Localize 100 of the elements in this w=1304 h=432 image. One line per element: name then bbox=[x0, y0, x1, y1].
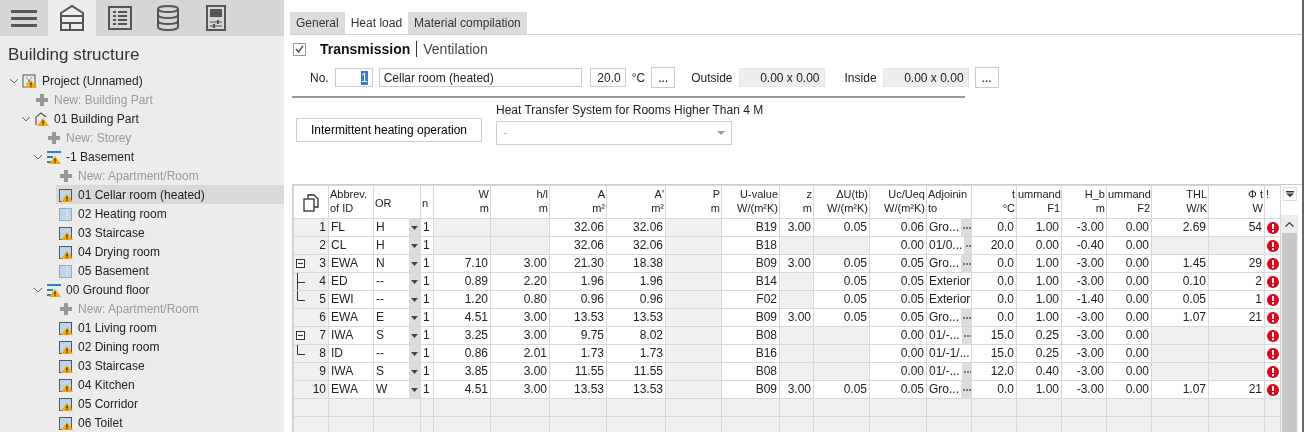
table-cell[interactable]: 01/-... bbox=[926, 326, 972, 345]
tree-item[interactable]: 03 Staircase bbox=[56, 223, 284, 242]
tree-item[interactable]: 04 Kitchen bbox=[56, 375, 284, 394]
table-cell: 0.00 bbox=[1106, 326, 1152, 345]
table-cell: FL bbox=[328, 218, 374, 237]
more-button[interactable]: ... bbox=[651, 67, 676, 88]
view-tab[interactable]: Transmission bbox=[320, 41, 411, 57]
table-cell: 0.00 bbox=[1106, 344, 1152, 363]
table-cell[interactable]: 01/-1/... bbox=[926, 344, 972, 363]
tab[interactable]: General bbox=[290, 12, 345, 34]
tab[interactable]: Material compilation bbox=[408, 12, 527, 34]
column-header[interactable]: W m bbox=[433, 185, 491, 219]
tree-connector-line bbox=[296, 345, 305, 355]
tree-item[interactable]: 05 Basement bbox=[56, 261, 284, 280]
column-header[interactable]: Abbrev. of ID bbox=[328, 185, 374, 219]
tree-item[interactable]: 06 Toilet bbox=[56, 413, 284, 432]
table-cell[interactable]: Exterior bbox=[926, 290, 972, 309]
table-cell: 1.73 bbox=[606, 344, 666, 363]
table-cell: 1.00 bbox=[1016, 308, 1062, 327]
orientation-dropdown[interactable]: N bbox=[373, 254, 421, 273]
number-field[interactable]: 1 bbox=[334, 68, 373, 87]
menu-icon bbox=[11, 9, 37, 27]
column-header[interactable]: Uc/Ueq W/(m²K) bbox=[869, 185, 927, 219]
table-cell: IWA bbox=[328, 326, 374, 345]
column-header[interactable]: z m bbox=[779, 185, 814, 219]
orientation-dropdown[interactable]: H bbox=[373, 236, 421, 255]
more-button[interactable]: ... bbox=[974, 67, 999, 88]
ellipsis-icon[interactable] bbox=[963, 262, 971, 265]
column-header[interactable]: U-value W/(m²K) bbox=[721, 185, 780, 219]
orientation-dropdown[interactable]: -- bbox=[373, 290, 421, 309]
tree-item[interactable]: Project (Unnamed) bbox=[20, 71, 284, 90]
column-header[interactable]: Adjoinin to bbox=[926, 185, 972, 219]
collapse-icon[interactable] bbox=[296, 331, 305, 340]
room-warning-icon bbox=[58, 243, 74, 260]
table-cell: 4.51 bbox=[433, 308, 491, 327]
orientation-dropdown[interactable]: -- bbox=[373, 272, 421, 291]
tree-item[interactable]: 01 Living room bbox=[56, 318, 284, 337]
checkbox[interactable] bbox=[293, 42, 306, 56]
room-name-field[interactable]: Cellar room (heated) bbox=[378, 68, 582, 87]
intermittent-heating-button[interactable]: Intermittent heating operation bbox=[296, 118, 482, 142]
column-header[interactable]: A' m² bbox=[606, 185, 666, 219]
orientation-dropdown[interactable]: S bbox=[373, 326, 421, 345]
collapse-icon[interactable] bbox=[296, 259, 305, 268]
row-number: 10 bbox=[312, 381, 326, 398]
outside-label: Outside bbox=[691, 70, 733, 85]
tree-item[interactable]: 05 Corridor bbox=[56, 394, 284, 413]
ellipsis-icon[interactable] bbox=[963, 334, 971, 337]
table-cell[interactable]: Gro... bbox=[926, 218, 972, 237]
ellipsis-icon[interactable] bbox=[963, 316, 971, 319]
table-cell: 8.02 bbox=[606, 326, 666, 345]
tree-item[interactable]: 03 Staircase bbox=[56, 356, 284, 375]
temperature-field[interactable]: 20.0 bbox=[589, 68, 626, 87]
column-header[interactable]: OR bbox=[373, 185, 421, 219]
table-cell: 0.00 bbox=[1106, 218, 1152, 237]
ellipsis-icon[interactable] bbox=[966, 244, 971, 247]
orientation-dropdown[interactable]: -- bbox=[373, 344, 421, 363]
tree-item[interactable]: 01 Building Part bbox=[32, 109, 284, 128]
column-header[interactable]: A m² bbox=[549, 185, 607, 219]
list-icon bbox=[108, 6, 132, 30]
table-cell[interactable]: Gro... bbox=[926, 254, 972, 273]
view-tab[interactable]: Ventilation bbox=[423, 41, 488, 57]
table-cell[interactable]: 01/0... bbox=[926, 236, 972, 255]
tree-item[interactable]: 04 Drying room bbox=[56, 242, 284, 261]
orientation-dropdown[interactable]: H bbox=[373, 218, 421, 237]
tree-item[interactable]: 00 Ground floor bbox=[44, 280, 284, 299]
column-header[interactable]: h/l m bbox=[490, 185, 550, 219]
column-header[interactable]: Φ t W bbox=[1208, 185, 1265, 219]
orientation-dropdown[interactable]: W bbox=[373, 380, 421, 399]
orientation-dropdown[interactable]: E bbox=[373, 308, 421, 327]
ellipsis-icon[interactable] bbox=[963, 370, 971, 373]
orientation-dropdown[interactable]: S bbox=[373, 362, 421, 381]
column-header[interactable]: t °C bbox=[971, 185, 1017, 219]
table-cell: 0.05 bbox=[1151, 290, 1209, 309]
table-cell: 1.20 bbox=[433, 290, 491, 309]
storey-warning-icon bbox=[46, 148, 62, 165]
table-cell[interactable]: Gro... bbox=[926, 380, 972, 399]
column-header[interactable]: ΔU(tb) W/(m²K) bbox=[813, 185, 870, 219]
tree-item[interactable]: -1 Basement bbox=[44, 147, 284, 166]
toolbar-button[interactable] bbox=[48, 0, 96, 36]
table-cell[interactable]: 01/-... bbox=[926, 362, 972, 381]
filter-button[interactable] bbox=[1282, 187, 1297, 201]
dropdown-arrow-icon bbox=[411, 225, 418, 230]
tree-item[interactable]: 01 Cellar room (heated) bbox=[56, 185, 284, 204]
scrollbar[interactable] bbox=[1281, 185, 1298, 432]
column-header[interactable]: THL W/K bbox=[1151, 185, 1209, 219]
table-cell: 0.00 bbox=[1016, 236, 1062, 255]
table-cell[interactable]: Gro... bbox=[926, 308, 972, 327]
column-header[interactable]: ummand F2 bbox=[1106, 185, 1152, 219]
table-cell: 2.20 bbox=[490, 272, 550, 291]
column-header[interactable]: P m bbox=[665, 185, 722, 219]
table-cell: 0.05 bbox=[813, 272, 870, 291]
column-header[interactable]: H_b m bbox=[1061, 185, 1107, 219]
table-cell[interactable]: Exterior bbox=[926, 272, 972, 291]
table-cell: -3.00 bbox=[1061, 308, 1107, 327]
ellipsis-icon[interactable] bbox=[963, 226, 971, 229]
ellipsis-icon[interactable] bbox=[963, 388, 971, 391]
column-header[interactable]: ummand F1 bbox=[1016, 185, 1062, 219]
copy-icon[interactable] bbox=[303, 193, 319, 212]
tree-item[interactable]: 02 Heating room bbox=[56, 204, 284, 223]
tree-item[interactable]: 02 Dining room bbox=[56, 337, 284, 356]
